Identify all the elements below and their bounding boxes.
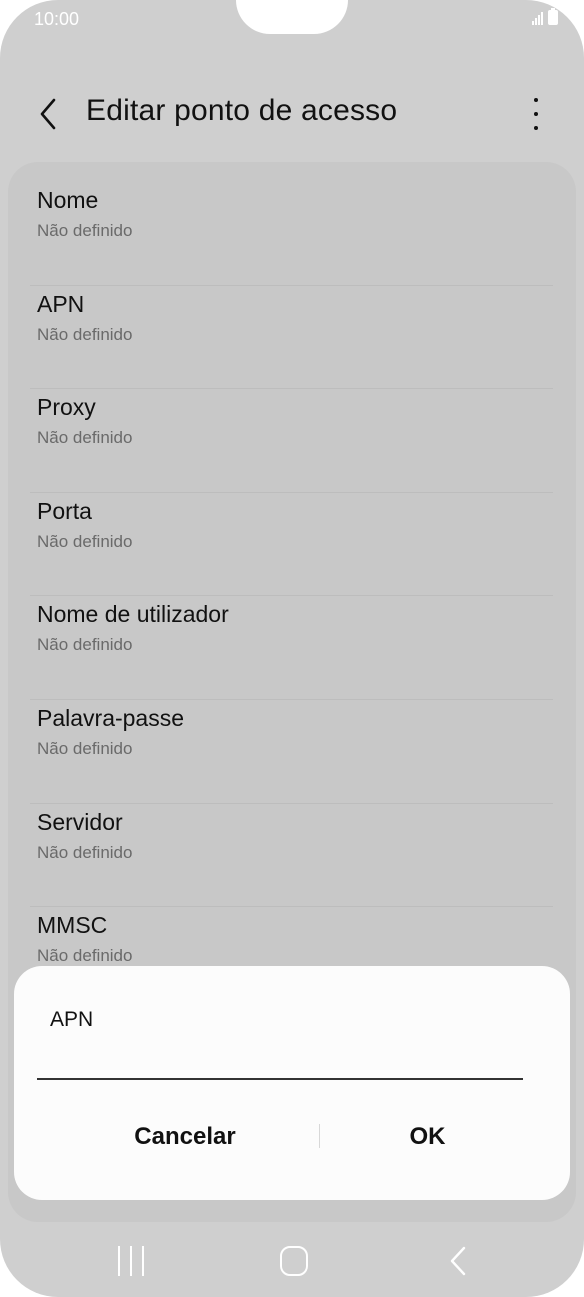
setting-label: MMSC: [37, 912, 108, 939]
setting-palavra-passe[interactable]: Palavra-passe Não definido: [30, 700, 553, 804]
setting-value: Não definido: [37, 842, 133, 862]
camera-notch: [236, 0, 348, 34]
page-title: Editar ponto de acesso: [86, 94, 398, 127]
apn-dialog: APN: [14, 966, 570, 1200]
setting-nome-de-utilizador[interactable]: Nome de utilizador Não definido: [30, 596, 553, 700]
battery-icon: [548, 8, 558, 25]
ok-button[interactable]: OK: [320, 1112, 535, 1162]
setting-value: Não definido: [37, 946, 133, 966]
setting-label: Nome: [37, 187, 99, 213]
navigation-bar: [0, 1224, 584, 1297]
setting-value: Não definido: [37, 324, 133, 344]
setting-proxy[interactable]: Proxy Não definido: [30, 389, 553, 493]
setting-label: APN: [37, 290, 85, 317]
status-time: 10:00: [34, 9, 80, 29]
setting-label: Nome de utilizador: [37, 601, 229, 628]
setting-apn[interactable]: APN Não definido: [30, 286, 553, 390]
signal-icon: [532, 11, 543, 25]
app-bar: Editar ponto de acesso: [0, 80, 584, 150]
recent-apps-icon[interactable]: [118, 1246, 144, 1276]
setting-value: Não definido: [37, 635, 133, 655]
settings-list: Nome Não definido APN Não definido Proxy…: [30, 182, 553, 1011]
more-options-button[interactable]: [524, 98, 548, 130]
dialog-title: APN: [50, 1008, 94, 1031]
chevron-left-icon: [40, 98, 56, 130]
setting-value: Não definido: [37, 221, 133, 240]
setting-label: Porta: [37, 497, 92, 524]
setting-porta[interactable]: Porta Não definido: [30, 493, 553, 597]
back-button[interactable]: [30, 94, 66, 134]
setting-label: Servidor: [37, 808, 123, 835]
setting-nome[interactable]: Nome Não definido: [30, 182, 553, 286]
status-icons: [532, 8, 558, 25]
setting-value: Não definido: [37, 531, 133, 551]
setting-servidor[interactable]: Servidor Não definido: [30, 804, 553, 908]
home-icon[interactable]: [280, 1246, 308, 1276]
setting-label: Palavra-passe: [37, 704, 185, 731]
phone-screen: 10:00 Editar ponto de acesso Nome Não de…: [0, 0, 584, 1297]
setting-value: Não definido: [37, 428, 133, 448]
setting-label: Proxy: [37, 394, 96, 421]
back-icon[interactable]: [444, 1244, 470, 1278]
apn-input[interactable]: [37, 1036, 523, 1080]
more-vertical-icon: [534, 98, 538, 102]
setting-value: Não definido: [37, 738, 133, 758]
cancel-button[interactable]: Cancelar: [60, 1112, 310, 1162]
